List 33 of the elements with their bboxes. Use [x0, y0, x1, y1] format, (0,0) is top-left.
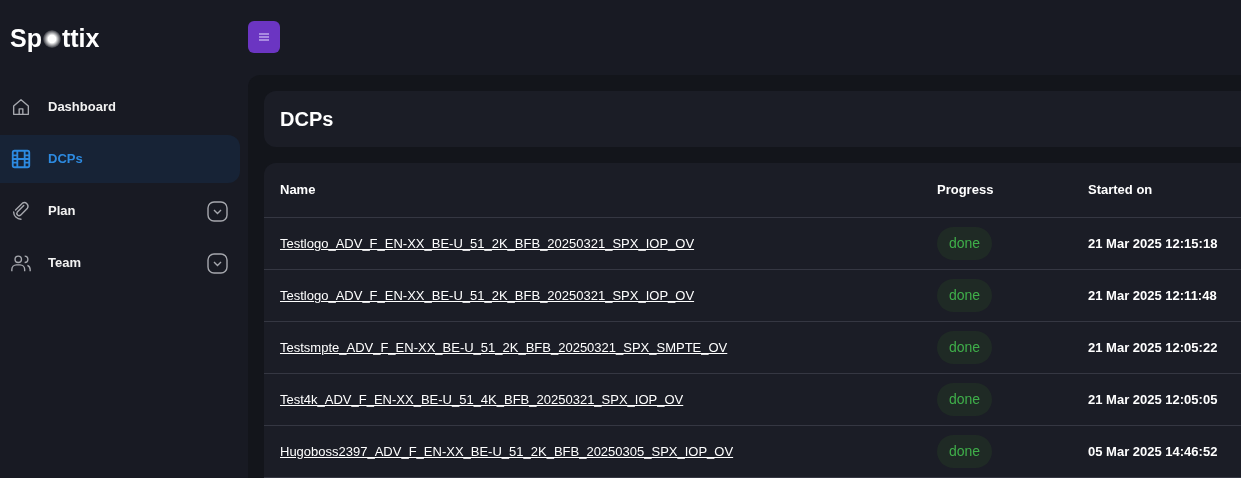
menu-icon: [258, 32, 270, 42]
paperclip-icon: [10, 200, 32, 222]
table-cell-text: 21 Mar 2025 12:15:18: [1088, 234, 1219, 253]
status-badge: done: [937, 279, 993, 312]
nav-item[interactable]: Plan: [0, 187, 240, 235]
status-badge: done: [937, 383, 993, 416]
logo-text: Sp: [10, 22, 42, 54]
dcp-link[interactable]: Testlogo_ADV_F_EN-XX_BE-U_51_2K_BFB_20250321_SPX_IOP_OV: [280, 233, 695, 254]
table-cell-text: 21 Mar 2025 12:05:05: [1088, 390, 1219, 409]
column-header: Started on: [1088, 181, 1154, 200]
menu-button[interactable]: [248, 21, 280, 53]
table-cell-text: 21 Mar 2025 12:05:22: [1088, 338, 1219, 357]
dcp-link[interactable]: Hugoboss2397_ADV_F_EN-XX_BE-U_51_2K_BFB_20250305_SPX_IOP_OV: [280, 441, 734, 462]
home-icon: [10, 96, 32, 118]
dcp-link[interactable]: Testsmpte_ADV_F_EN-XX_BE-U_51_2K_BFB_20250321_SPX_SMPTE_OV: [280, 337, 728, 358]
page-title: DCPs: [280, 107, 334, 132]
chevron-down-icon[interactable]: [207, 252, 228, 274]
nav-item[interactable]: DCPs: [0, 135, 240, 183]
status-badge: done: [937, 435, 993, 468]
chevron-down-icon[interactable]: [207, 200, 228, 222]
dcp-link[interactable]: Test4k_ADV_F_EN-XX_BE-U_51_4K_BFB_20250321_SPX_IOP_OV: [280, 389, 684, 410]
users-icon: [10, 252, 32, 274]
nav-item[interactable]: Team: [0, 239, 240, 287]
table-cell-text: 21 Mar 2025 12:11:48: [1088, 286, 1218, 305]
logo-text: ttix: [61, 22, 100, 54]
status-badge: done: [937, 227, 993, 260]
dcp-link[interactable]: Testlogo_ADV_F_EN-XX_BE-U_51_2K_BFB_20250321_SPX_IOP_OV: [280, 285, 695, 306]
nav-item[interactable]: Dashboard: [0, 83, 240, 131]
column-header: Name: [280, 181, 317, 200]
column-header: Progress: [937, 181, 995, 200]
status-badge: done: [937, 331, 993, 364]
film-icon: [10, 148, 32, 170]
table-cell-text: 05 Mar 2025 14:46:52: [1088, 442, 1219, 461]
